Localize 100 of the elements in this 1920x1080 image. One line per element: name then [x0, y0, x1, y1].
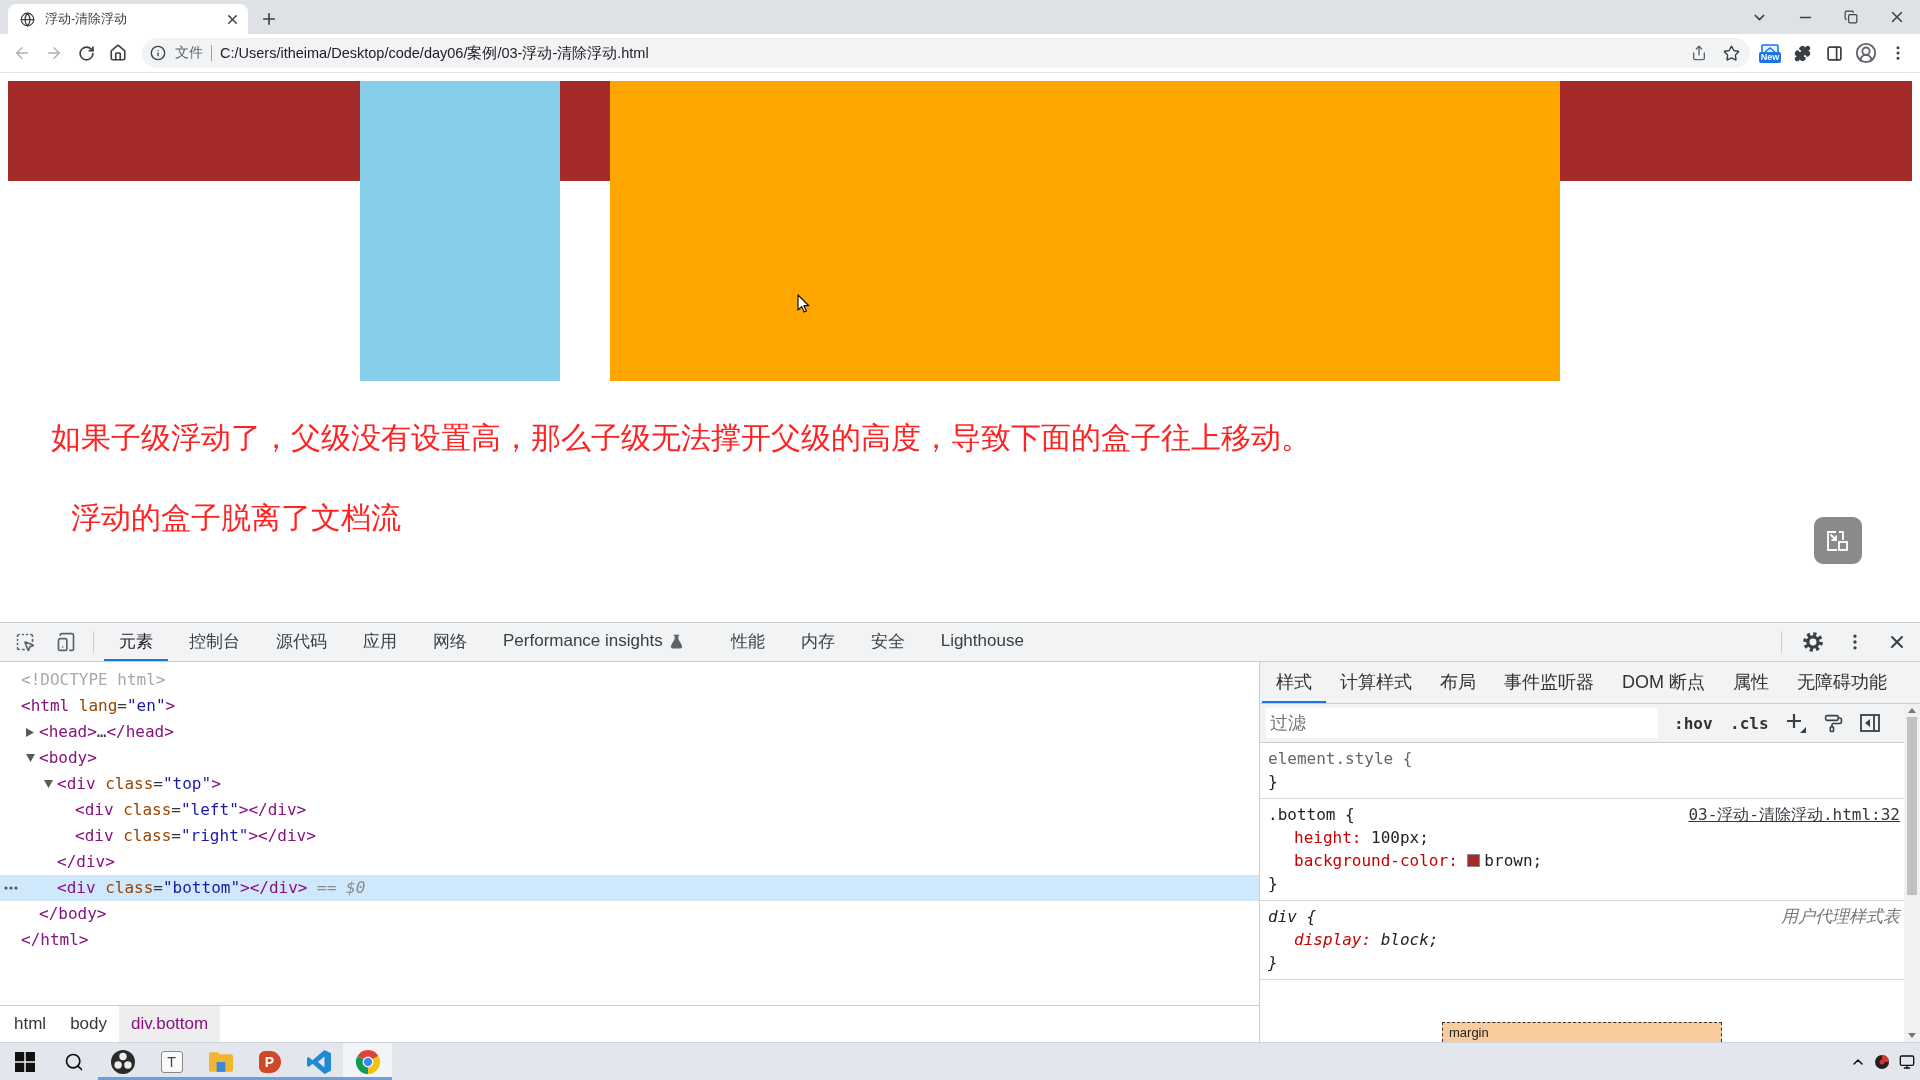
breadcrumb-item[interactable]: div.bottom	[119, 1006, 221, 1042]
devtools-tab[interactable]: 安全	[855, 623, 920, 661]
circle-app-icon[interactable]	[110, 1049, 135, 1074]
avatar-icon[interactable]	[1855, 42, 1877, 64]
devtools-tab[interactable]: 源代码	[261, 623, 342, 661]
plus-icon[interactable]	[260, 10, 278, 28]
code-editor-icon[interactable]	[306, 1049, 331, 1074]
caret-down-icon[interactable]	[26, 754, 35, 762]
restore-icon[interactable]	[1844, 10, 1858, 24]
source-link[interactable]: 03-浮动-清除浮动.html:32	[1688, 803, 1900, 826]
toggle-button[interactable]: .cls	[1730, 713, 1768, 733]
css-value: brown;	[1484, 850, 1543, 872]
source-label: 用户代理样式表	[1781, 906, 1900, 928]
letter-app-tile[interactable]: P	[258, 1050, 281, 1073]
settings-icon[interactable]	[1802, 631, 1824, 653]
floating-tool-button[interactable]	[1814, 517, 1862, 564]
dom-node-row[interactable]: <div class="left"></div>	[0, 797, 1259, 823]
reload-icon[interactable]	[77, 44, 95, 62]
node-markup: <div class="bottom"></div> == $0	[57, 877, 366, 899]
dom-node-row[interactable]: <body>	[0, 745, 1259, 771]
more-dots-icon[interactable]	[4, 886, 18, 890]
breadcrumb-item[interactable]: html	[2, 1006, 59, 1042]
new-badge: New	[1758, 51, 1782, 63]
styles-tab[interactable]: 事件监听器	[1490, 662, 1608, 703]
css-property: height:	[1294, 827, 1362, 849]
search-icon[interactable]	[63, 1051, 84, 1072]
devtools-tab[interactable]: 应用	[348, 623, 412, 661]
dom-node-row[interactable]: <div class="right"></div>	[0, 823, 1259, 849]
css-property: background-color:	[1294, 850, 1458, 872]
browser-tab[interactable]: 浮动-清除浮动	[8, 4, 248, 34]
share-icon[interactable]	[1691, 45, 1707, 61]
breadcrumb-item[interactable]: body	[58, 1006, 119, 1042]
scrollbar[interactable]	[1904, 704, 1920, 1042]
taskbar-button[interactable]: T	[147, 1043, 196, 1080]
node-markup: <!DOCTYPE html>	[21, 669, 166, 691]
css-property: display:	[1294, 929, 1372, 951]
star-icon[interactable]	[1722, 44, 1740, 62]
color-swatch-icon[interactable]	[1467, 854, 1481, 867]
devtools-tab[interactable]: 网络	[418, 623, 482, 661]
page-paragraph: 如果子级浮动了，父级没有设置高，那么子级无法撑开父级的高度，导致下面的盒子往上移动。	[51, 420, 1311, 456]
toggle-button[interactable]: :hov	[1674, 713, 1712, 733]
letter-app-tile[interactable]: T	[160, 1050, 183, 1073]
tricolor-circle-icon[interactable]	[355, 1049, 380, 1074]
scheme-label: 文件	[175, 44, 203, 62]
styles-tab[interactable]: DOM 断点	[1608, 662, 1719, 703]
side-panel-icon[interactable]	[1825, 44, 1843, 62]
dom-node-row[interactable]: <head>…</head>	[0, 719, 1259, 745]
node-markup: <div class="top">	[57, 773, 221, 795]
box-model-margin: margin	[1442, 1022, 1722, 1042]
puzzle-icon[interactable]	[1793, 44, 1811, 62]
device-toolbar-icon[interactable]	[56, 632, 76, 652]
round-tray-icon[interactable]	[1875, 1054, 1889, 1069]
home-icon[interactable]	[109, 44, 127, 62]
address-bar[interactable]: 文件 C:/Users/itheima/Desktop/code/day06/案例/03-浮动-清除浮动.html	[142, 38, 1750, 68]
styles-tab[interactable]: 属性	[1719, 662, 1783, 703]
picture-in-picture-icon[interactable]	[1827, 530, 1849, 551]
monitor-icon[interactable]	[1899, 1053, 1915, 1070]
tab-title: 浮动-清除浮动	[45, 10, 129, 28]
styles-tab[interactable]: 无障碍功能	[1783, 662, 1901, 703]
node-markup: <html lang="en">	[21, 695, 176, 717]
node-markup: <div class="left"></div>	[75, 799, 307, 821]
devtools-tab[interactable]: 控制台	[174, 623, 255, 661]
plus-icon[interactable]	[1785, 712, 1807, 734]
url-text: C:/Users/itheima/Desktop/code/day06/案例/03-浮动-清除浮动.html	[220, 43, 649, 63]
info-icon[interactable]	[150, 45, 166, 61]
node-markup: <head>…</head>	[39, 721, 174, 743]
taskbar-button[interactable]: P	[245, 1043, 294, 1080]
folder-icon[interactable]	[208, 1051, 233, 1072]
dom-node-row[interactable]: <html lang="en">	[0, 693, 1259, 719]
dom-node-row[interactable]: <div class="top">	[0, 771, 1259, 797]
start-menu-icon[interactable]	[14, 1051, 35, 1072]
node-markup: <div class="right"></div>	[75, 825, 316, 847]
css-value: block;	[1380, 929, 1439, 951]
closing-tag: </div>	[57, 849, 115, 875]
css-value: 100px;	[1371, 827, 1429, 849]
devtools-tab[interactable]: 元素	[104, 623, 168, 661]
sidebar-toggle-icon[interactable]	[1860, 714, 1880, 732]
mouse-cursor-icon	[797, 294, 810, 313]
devtools-tab[interactable]: 性能	[715, 623, 780, 661]
closing-tag: </html>	[21, 927, 89, 953]
devtools-tab[interactable]: 内存	[785, 623, 850, 661]
styles-tab[interactable]: 计算样式	[1326, 662, 1426, 703]
inspect-icon[interactable]	[15, 632, 35, 652]
filter-input[interactable]: 过滤	[1266, 708, 1658, 738]
styles-tab[interactable]: 布局	[1426, 662, 1490, 703]
caret-right-icon[interactable]	[26, 727, 34, 737]
css-selector: .bottom {	[1268, 804, 1355, 826]
closing-tag: </body>	[39, 901, 107, 927]
caret-down-icon[interactable]	[44, 780, 53, 788]
devtools-tab[interactable]: Lighthouse	[925, 623, 1039, 661]
css-selector: div {	[1268, 906, 1317, 928]
paint-roller-icon[interactable]	[1823, 713, 1843, 733]
closing-brace: }	[1268, 771, 1278, 793]
globe-icon	[20, 11, 35, 27]
dom-node-row[interactable]: <div class="bottom"></div> == $0	[0, 875, 1259, 901]
node-markup: <body>	[39, 747, 97, 769]
closing-brace: }	[1268, 873, 1278, 895]
devtools-tab[interactable]: Performance insights	[488, 623, 710, 661]
page-paragraph: 浮动的盒子脱离了文档流	[71, 500, 401, 536]
closing-brace: }	[1268, 952, 1278, 974]
